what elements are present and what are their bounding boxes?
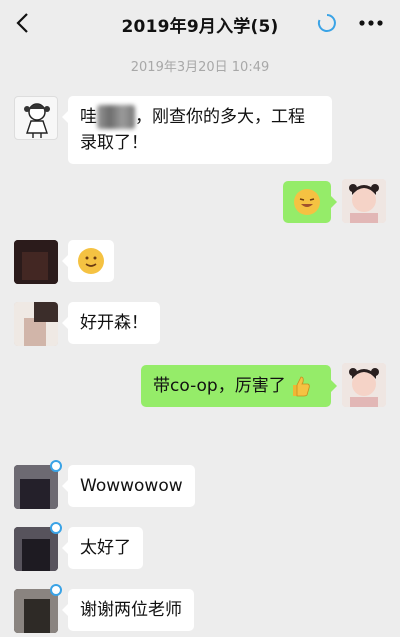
message-text: 哇 — [80, 107, 97, 127]
avatar[interactable] — [342, 179, 386, 223]
message-bubble-incoming[interactable] — [62, 240, 114, 282]
more-dots-icon[interactable] — [358, 13, 384, 33]
message-bubble-incoming[interactable]: 太好了 — [62, 527, 143, 569]
verified-badge-icon — [50, 584, 62, 596]
chat-title: 2019年9月入学(5) — [121, 17, 279, 37]
message-text: 好开森！ — [80, 313, 148, 333]
sync-circle-icon[interactable] — [316, 12, 338, 34]
avatar[interactable] — [14, 302, 58, 346]
message-bubble-incoming[interactable]: 谢谢两位老师 — [62, 589, 194, 631]
laughing-emoji — [294, 189, 320, 215]
avatar[interactable] — [14, 240, 58, 284]
message-bubble-incoming[interactable]: 好开森！ — [62, 302, 160, 344]
avatar[interactable] — [14, 96, 58, 140]
message-bubble-incoming[interactable]: Wowwowow — [62, 465, 195, 507]
message-bubble-outgoing[interactable] — [283, 181, 337, 223]
verified-badge-icon — [50, 522, 62, 534]
hug-emoji — [78, 248, 104, 274]
verified-badge-icon — [50, 460, 62, 472]
message-text: ，刚查你的多大，工程 — [135, 107, 305, 127]
avatar[interactable] — [14, 527, 58, 571]
message-text: 谢谢两位老师 — [80, 600, 182, 620]
message-timestamp: 2019年3月20日 10:49 — [130, 60, 270, 75]
message-bubble-outgoing[interactable]: 带co-op，厉害了 — [141, 365, 337, 407]
avatar[interactable] — [342, 363, 386, 407]
avatar[interactable] — [14, 465, 58, 509]
message-text: Wowwowow — [80, 476, 183, 496]
thumbs-up-emoji — [291, 375, 311, 397]
message-text: 太好了 — [80, 538, 131, 558]
message-text: 带co-op，厉害了 — [153, 376, 286, 396]
message-text: 录取了！ — [80, 133, 148, 153]
chat-header: 2019年9月入学(5) — [0, 0, 400, 46]
blurred-name — [97, 105, 135, 129]
avatar[interactable] — [14, 589, 58, 633]
message-bubble-incoming[interactable]: 哇 ，刚查你的多大，工程 录取了！ — [62, 96, 332, 164]
